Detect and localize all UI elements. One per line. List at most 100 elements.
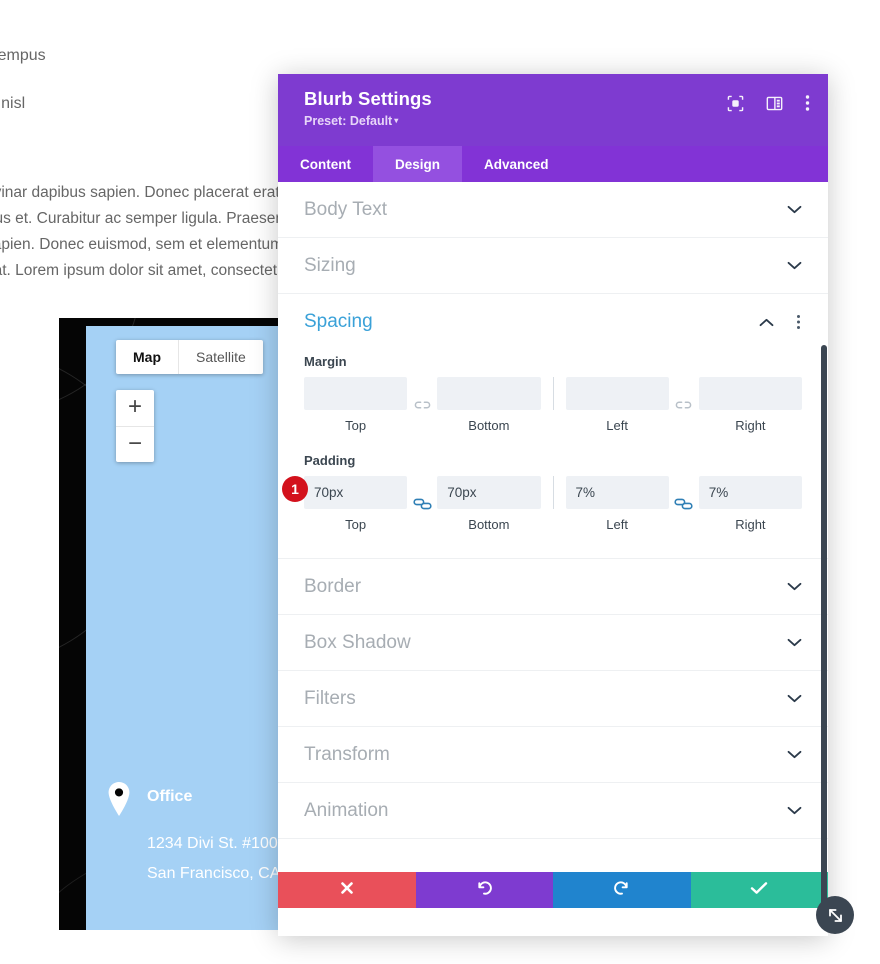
section-sizing[interactable]: Sizing [278, 238, 828, 294]
section-animation[interactable]: Animation [278, 783, 828, 839]
padding-top-bottom-pair: Top Bottom [304, 476, 541, 532]
padding-link-top-bottom-icon[interactable] [407, 488, 437, 521]
section-body-text[interactable]: Body Text [278, 182, 828, 238]
padding-top-label: Top [345, 517, 367, 532]
more-vertical-icon[interactable] [805, 94, 810, 112]
background-heading-2: non nisl [0, 95, 26, 112]
section-box-shadow[interactable]: Box Shadow [278, 615, 828, 671]
preset-selector[interactable]: Preset: Default ▾ [304, 114, 806, 128]
map-type-satellite-button[interactable]: Satellite [178, 340, 263, 374]
margin-right-label: Right [735, 418, 766, 433]
chevron-down-icon: ▾ [394, 116, 399, 125]
section-label: Box Shadow [304, 631, 411, 653]
section-label: Animation [304, 799, 389, 821]
padding-top-input[interactable] [304, 476, 408, 509]
padding-bottom-input[interactable] [437, 476, 541, 509]
chevron-down-icon[interactable] [786, 803, 802, 819]
padding-bottom-cell: Bottom [437, 476, 541, 532]
section-label: Transform [304, 743, 390, 765]
padding-left-right-pair: Left Right [565, 476, 802, 532]
margin-label: Margin [304, 354, 347, 369]
margin-link-top-bottom-icon[interactable] [407, 389, 437, 422]
redo-icon [613, 879, 631, 902]
section-label: Spacing [304, 311, 373, 332]
focus-target-icon[interactable] [727, 95, 744, 112]
check-icon [750, 881, 768, 900]
undo-button[interactable] [415, 872, 553, 908]
margin-left-right-pair: Left Right [565, 377, 802, 433]
margin-right-input[interactable] [698, 377, 802, 410]
section-spacing: Spacing Margin Top Bottom Left Right Pad… [278, 294, 828, 559]
margin-divider [552, 377, 554, 410]
office-address-line-1: 1234 Divi St. #1000 [147, 835, 285, 852]
section-filters[interactable]: Filters [278, 671, 828, 727]
padding-label: Padding [304, 453, 356, 468]
padding-left-label: Left [606, 517, 628, 532]
more-vertical-icon[interactable] [790, 314, 806, 330]
step-badge-1: 1 [282, 476, 308, 502]
section-label: Filters [304, 687, 356, 709]
modal-footer [278, 872, 828, 908]
undo-icon [475, 879, 493, 902]
margin-left-label: Left [606, 418, 628, 433]
office-header: Office [105, 782, 285, 821]
section-spacing-header[interactable]: Spacing [278, 294, 828, 350]
map-pin-icon [105, 782, 133, 821]
tab-design[interactable]: Design [373, 146, 463, 182]
tab-content[interactable]: Content [278, 146, 373, 182]
padding-left-input[interactable] [565, 476, 669, 509]
modal-header-icons [727, 94, 810, 112]
section-label: Sizing [304, 254, 356, 276]
save-button[interactable] [690, 872, 828, 908]
section-label: Body Text [304, 198, 388, 220]
chevron-down-icon[interactable] [786, 691, 802, 707]
margin-bottom-label: Bottom [468, 418, 510, 433]
paragraph-line: olutpat. Lorem ipsum dolor sit amet, con… [0, 262, 286, 279]
map-type-switch[interactable]: Map Satellite [116, 340, 263, 374]
margin-left-input[interactable] [565, 377, 669, 410]
chevron-down-icon[interactable] [786, 747, 802, 763]
background-paragraph: t, pulvinar dapibus sapien. Donec placer… [0, 180, 300, 284]
close-x-icon [339, 880, 355, 901]
map-zoom-out-button[interactable]: − [116, 426, 154, 462]
padding-right-cell: Right [698, 476, 802, 532]
map-zoom-in-button[interactable]: + [116, 390, 154, 426]
blurb-settings-modal: Blurb Settings Preset: Default ▾ Content… [278, 74, 854, 936]
margin-link-left-right-icon[interactable] [669, 389, 699, 422]
margin-top-input[interactable] [304, 377, 408, 410]
padding-right-label: Right [735, 517, 766, 532]
modal-scrollbar[interactable] [821, 345, 827, 905]
tab-advanced[interactable]: Advanced [462, 146, 571, 182]
chevron-down-icon[interactable] [786, 635, 802, 651]
padding-link-left-right-icon[interactable] [669, 488, 699, 521]
resize-handle[interactable] [816, 896, 854, 934]
cancel-button[interactable] [278, 872, 416, 908]
section-transform[interactable]: Transform [278, 727, 828, 783]
padding-divider [552, 476, 554, 509]
chevron-up-icon[interactable] [758, 314, 774, 330]
margin-left-cell: Left [565, 377, 669, 433]
help-link[interactable]: ? Help [278, 839, 828, 860]
padding-left-cell: Left [565, 476, 669, 532]
section-border[interactable]: Border [278, 559, 828, 615]
chevron-down-icon[interactable] [786, 579, 802, 595]
margin-top-cell: Top [304, 377, 408, 433]
chevron-down-icon[interactable] [786, 202, 802, 218]
layout-panel-icon[interactable] [766, 95, 783, 112]
paragraph-line: tempus et. Curabitur ac semper ligula. P… [0, 210, 289, 227]
map-type-map-button[interactable]: Map [116, 340, 178, 374]
modal-body: Body Text Sizing Spacing Margin Top Bott… [278, 182, 828, 860]
padding-right-input[interactable] [698, 476, 802, 509]
background-heading-1: que tempus [0, 47, 46, 64]
chevron-down-icon[interactable] [786, 258, 802, 274]
padding-bottom-label: Bottom [468, 517, 510, 532]
margin-bottom-input[interactable] [437, 377, 541, 410]
section-spacing-body: Margin Top Bottom Left Right Padding 1 7… [278, 350, 828, 558]
contact-map-card: Map Satellite + − Google Office 123 [59, 318, 285, 930]
redo-button[interactable] [553, 872, 691, 908]
map-zoom-controls[interactable]: + − [116, 390, 154, 462]
margin-top-label: Top [345, 418, 367, 433]
margin-bottom-cell: Bottom [437, 377, 541, 433]
modal-header: Blurb Settings Preset: Default ▾ [278, 74, 828, 146]
padding-fields: 1 Top [282, 476, 802, 532]
